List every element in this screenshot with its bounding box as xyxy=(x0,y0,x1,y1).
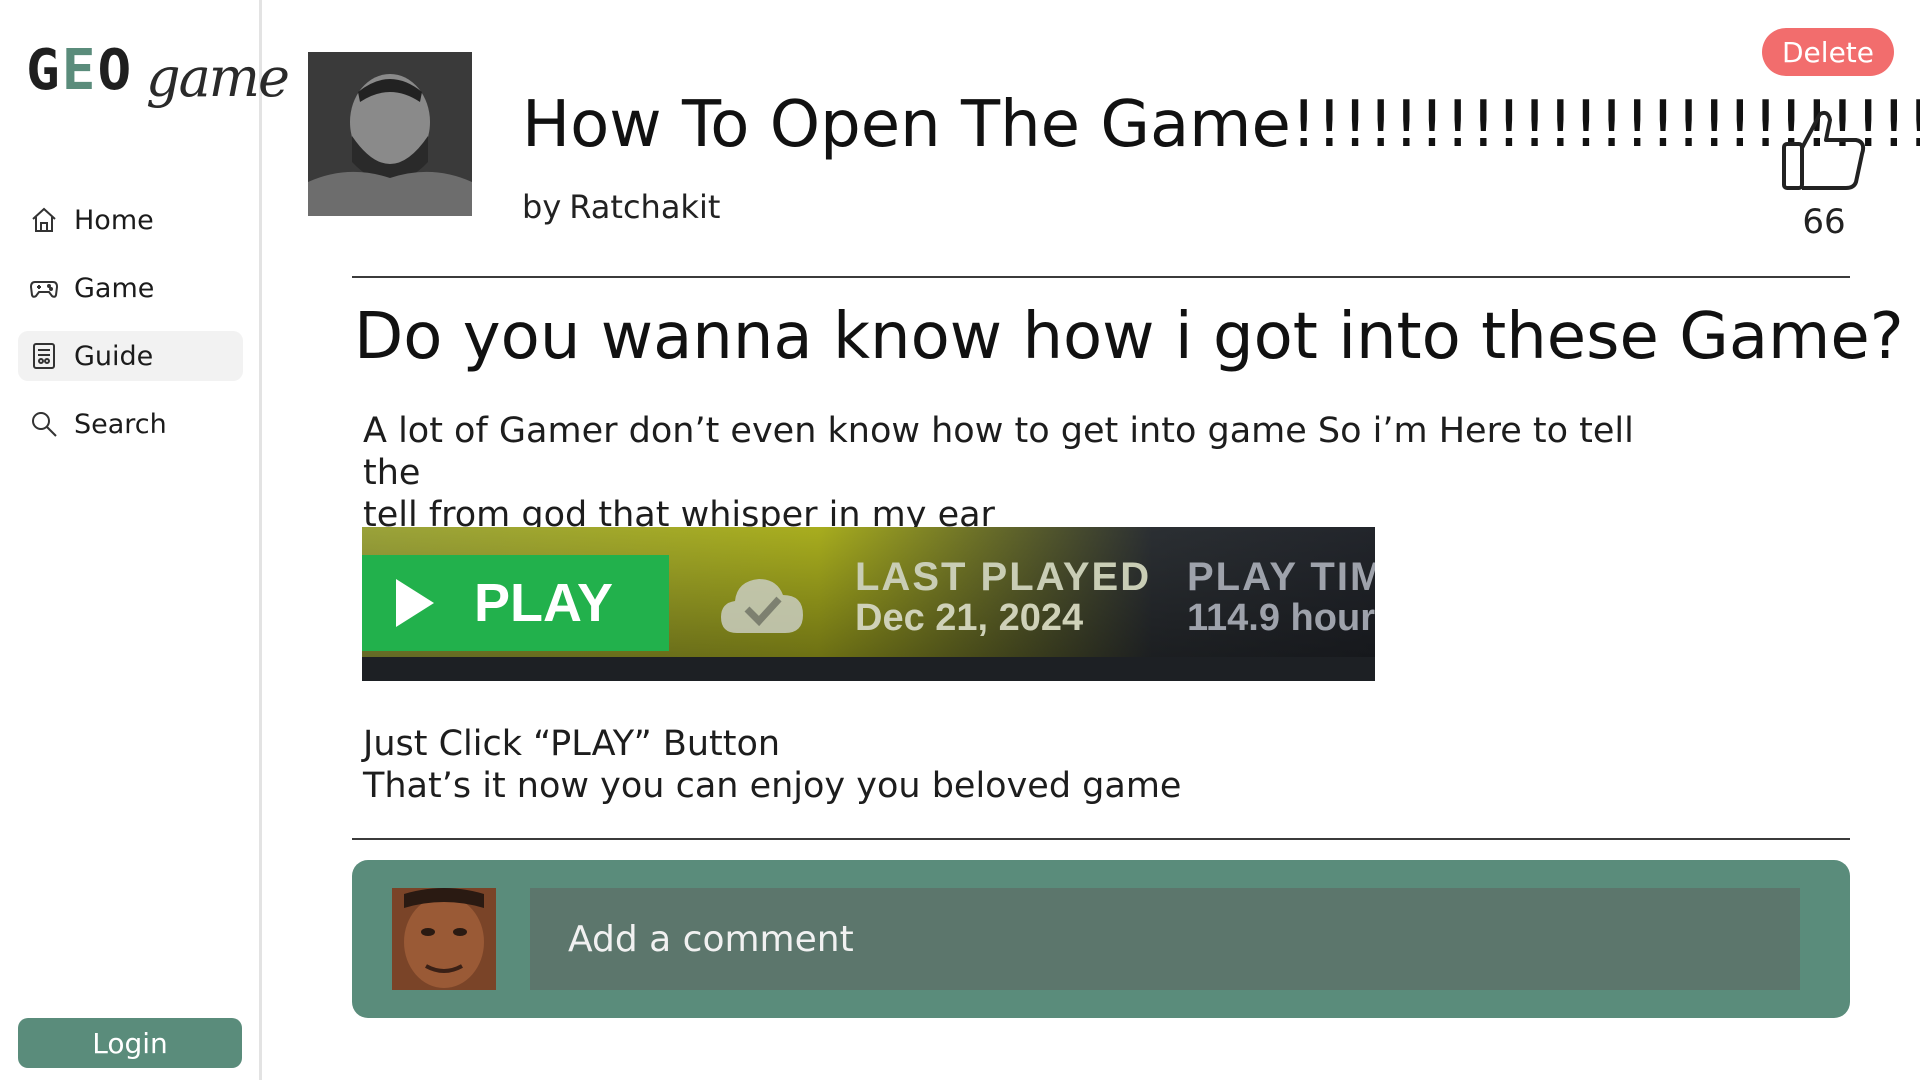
comment-box xyxy=(352,860,1850,1018)
sidebar-nav: Home Game Guide Search xyxy=(18,195,243,467)
commenter-avatar xyxy=(392,888,496,990)
sidebar-item-label: Game xyxy=(74,272,155,304)
intro-line: A lot of Gamer don’t even know how to ge… xyxy=(363,411,1634,493)
sidebar-item-label: Search xyxy=(74,408,167,440)
cloud-check-icon xyxy=(717,567,807,637)
screenshot-bottom-bar xyxy=(362,657,1375,681)
screenshot-play-label: PLAY xyxy=(474,573,614,633)
last-played-label: LAST PLAYED xyxy=(855,555,1152,599)
sidebar-item-label: Home xyxy=(74,204,154,236)
author-name[interactable]: Ratchakit xyxy=(569,188,720,226)
gamepad-icon xyxy=(28,272,60,304)
like-widget: 66 xyxy=(1774,108,1874,242)
post-title: How To Open The Game!!!!!!!!!!!!!!!!!!!!… xyxy=(522,88,1920,162)
content-divider xyxy=(352,838,1850,840)
login-button[interactable]: Login xyxy=(18,1018,242,1068)
sidebar-item-game[interactable]: Game xyxy=(18,263,243,313)
play-icon xyxy=(396,579,434,627)
steps-line: Just Click “PLAY” Button xyxy=(363,724,781,764)
logo-geo: GEO xyxy=(26,38,134,103)
logo[interactable]: GEO game xyxy=(26,38,290,134)
sidebar-item-label: Guide xyxy=(74,340,154,372)
logo-game: game xyxy=(146,46,290,109)
post-heading: Do you wanna know how i got into these G… xyxy=(354,300,1904,374)
comment-input[interactable] xyxy=(530,888,1800,990)
last-played-value: Dec 21, 2024 xyxy=(855,597,1084,639)
play-screenshot: PLAY LAST PLAYED Dec 21, 2024 PLAY TIM 1… xyxy=(362,527,1375,681)
sidebar-item-search[interactable]: Search xyxy=(18,399,243,449)
play-time-value: 114.9 hour xyxy=(1187,597,1375,639)
sidebar: GEO game Home Game Guide Search Login xyxy=(0,0,290,1080)
author-avatar xyxy=(308,52,472,216)
play-time-label: PLAY TIM xyxy=(1187,555,1375,599)
post-intro: A lot of Gamer don’t even know how to ge… xyxy=(363,410,1693,536)
post-steps: Just Click “PLAY” Button That’s it now y… xyxy=(363,723,1693,807)
sidebar-item-guide[interactable]: Guide xyxy=(18,331,243,381)
home-icon xyxy=(28,204,60,236)
delete-button[interactable]: Delete xyxy=(1762,28,1894,76)
author-prefix: by xyxy=(522,188,562,226)
post-author: by Ratchakit xyxy=(522,188,720,226)
search-icon xyxy=(28,408,60,440)
screenshot-play-button: PLAY xyxy=(362,555,669,651)
sidebar-item-home[interactable]: Home xyxy=(18,195,243,245)
thumbs-up-icon[interactable] xyxy=(1780,108,1868,196)
like-count: 66 xyxy=(1802,202,1846,242)
steps-line: That’s it now you can enjoy you beloved … xyxy=(363,766,1182,806)
guide-icon xyxy=(28,340,60,372)
header-divider xyxy=(352,276,1850,278)
